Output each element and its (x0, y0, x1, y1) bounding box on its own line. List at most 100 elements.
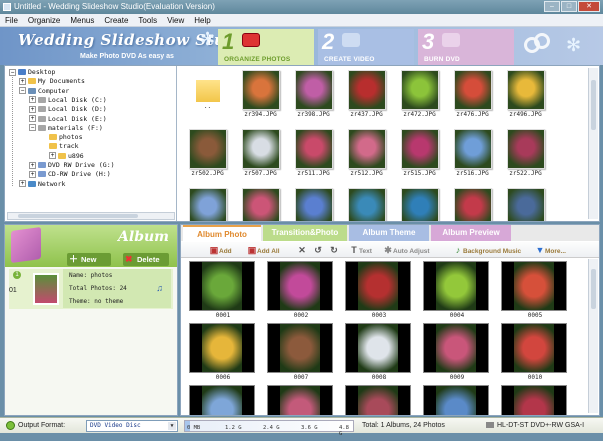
expand-icon[interactable]: + (29, 170, 36, 178)
photo-image (506, 129, 545, 169)
tree-item[interactable]: + My Documents (19, 77, 85, 86)
capacity-tick-label: 0 MB (187, 425, 201, 431)
rotate-right-button[interactable]: ↻ (329, 244, 339, 256)
album-photo-item[interactable]: 0008 (345, 323, 413, 383)
collapse-icon[interactable]: − (9, 68, 16, 76)
album-photo-item[interactable]: 0002 (267, 261, 335, 321)
tree-item[interactable]: + Network (19, 180, 65, 189)
collapse-icon[interactable]: − (29, 124, 36, 132)
album-photo-item[interactable]: 0004 (423, 261, 491, 321)
file-thumbnail[interactable]: zr394.JPG (238, 68, 283, 119)
output-format-select[interactable]: DVD Video Disc ▼ (86, 420, 178, 432)
step-organize-photos[interactable]: 1 ORGANIZE PHOTOS (218, 29, 314, 65)
menu-tools[interactable]: Tools (133, 14, 162, 26)
tab-transition-photo[interactable]: Transition&Photo (263, 225, 347, 241)
add-button[interactable]: ▣Add (209, 244, 232, 256)
album-photo-item[interactable]: 0007 (267, 323, 335, 383)
tab-album-theme[interactable]: Album Theme (349, 225, 429, 241)
file-thumbnail[interactable] (291, 186, 336, 221)
file-thumbnail[interactable]: zr522.JPG (503, 127, 548, 178)
rotate-right-icon: ↻ (330, 245, 338, 255)
album-photo-item[interactable] (345, 385, 413, 415)
expand-icon[interactable]: + (29, 115, 36, 122)
album-photo-item[interactable] (267, 385, 335, 415)
tree-item[interactable]: photos (49, 133, 82, 142)
photo-image (453, 188, 492, 221)
minimize-button[interactable]: – (544, 1, 560, 12)
text-button[interactable]: T Text (349, 244, 372, 256)
file-name: .. (203, 103, 212, 110)
expand-icon[interactable]: + (29, 105, 36, 113)
album-photo-item[interactable]: 0009 (423, 323, 491, 383)
maximize-button[interactable]: □ (561, 1, 577, 12)
menu-file[interactable]: File (0, 14, 23, 26)
file-thumbnail[interactable]: zr496.JPG (503, 68, 548, 119)
album-photo-item[interactable] (423, 385, 491, 415)
tab-album-preview[interactable]: Album Preview (431, 225, 511, 241)
album-list-item[interactable]: 1 01 Name: photos Total Photos: 24 Theme… (9, 269, 173, 309)
tree-item[interactable]: track (49, 142, 79, 151)
file-thumbnail[interactable]: zr507.JPG (238, 127, 283, 178)
album-photo-item[interactable]: 0010 (501, 323, 569, 383)
file-thumbnail[interactable] (238, 186, 283, 221)
background-music-button[interactable]: ♪ Background Music (453, 244, 521, 256)
menu-create[interactable]: Create (99, 14, 133, 26)
file-thumbnail[interactable]: zr398.JPG (291, 68, 336, 119)
tree-item[interactable]: + Local Disk (C:) (29, 96, 107, 105)
tree-item[interactable]: − Desktop (9, 68, 55, 77)
menu-help[interactable]: Help (189, 14, 215, 26)
expand-icon[interactable]: + (49, 152, 56, 160)
rotate-left-button[interactable]: ↺ (313, 244, 323, 256)
file-thumbnail[interactable]: zr437.JPG (344, 68, 389, 119)
album-photo-item[interactable]: 0001 (189, 261, 257, 321)
auto-adjust-button[interactable]: ✱Auto Adjust (383, 244, 429, 256)
tree-item[interactable]: + u896 (49, 152, 84, 161)
file-thumbnail[interactable] (344, 186, 389, 221)
more-button[interactable]: ▼More... (535, 244, 566, 256)
menu-menus[interactable]: Menus (65, 14, 99, 26)
album-photo-item[interactable] (189, 385, 257, 415)
new-album-button[interactable]: ＋ New (67, 253, 111, 266)
album-photo-item[interactable]: 0005 (501, 261, 569, 321)
expand-icon[interactable]: + (29, 161, 36, 169)
expand-icon[interactable]: + (19, 77, 26, 85)
file-thumbnail[interactable]: zr516.JPG (450, 127, 495, 178)
file-thumbnail[interactable]: zr472.JPG (397, 68, 442, 119)
step-create-video[interactable]: 2 CREATE VIDEO (318, 29, 414, 65)
album-photo-item[interactable]: 0006 (189, 323, 257, 383)
menu-view[interactable]: View (162, 14, 189, 26)
parent-folder-item[interactable]: .. (185, 68, 230, 111)
tree-item[interactable]: + Local Disk (D:) (29, 105, 107, 114)
file-thumbnail[interactable] (503, 186, 548, 221)
grid-scrollbar[interactable] (588, 259, 598, 413)
collapse-icon[interactable]: − (19, 87, 26, 95)
album-photo-item[interactable] (501, 385, 569, 415)
menu-organize[interactable]: Organize (23, 14, 65, 26)
expand-icon[interactable]: + (29, 96, 36, 104)
tree-item[interactable]: + Local Disk (E:) (29, 115, 107, 124)
album-photo-item[interactable]: 0003 (345, 261, 413, 321)
file-thumbnail[interactable]: zr511.JPG (291, 127, 336, 178)
tree-item[interactable]: − materials (F:) (29, 124, 103, 133)
file-thumbnail[interactable]: zr476.JPG (450, 68, 495, 119)
remove-button[interactable]: ✕ (297, 244, 307, 256)
add-all-button[interactable]: ▣Add All (247, 244, 280, 256)
tree-horizontal-scrollbar[interactable] (7, 212, 175, 220)
file-thumbnail[interactable] (397, 186, 442, 221)
tree-item[interactable]: + DVD RW Drive (G:) (29, 161, 115, 170)
tree-item[interactable]: − Computer (19, 87, 69, 96)
thumbnails-scrollbar[interactable] (588, 68, 598, 219)
file-thumbnail[interactable]: zr515.JPG (397, 127, 442, 178)
file-thumbnail[interactable] (185, 186, 230, 221)
file-thumbnail[interactable] (450, 186, 495, 221)
file-thumbnail[interactable]: zr512.JPG (344, 127, 389, 178)
file-name: zr511.JPG (297, 170, 330, 177)
tab-album-photo[interactable]: Album Photo (183, 225, 261, 241)
close-button[interactable]: ✕ (578, 1, 600, 12)
file-thumbnail[interactable]: zr502.JPG (185, 127, 230, 178)
file-name: zr507.JPG (244, 170, 277, 177)
delete-album-button[interactable]: ✖ Delete (123, 253, 169, 266)
tree-item[interactable]: + CD-RW Drive (H:) (29, 170, 111, 179)
step-burn-dvd[interactable]: 3 BURN DVD (418, 29, 514, 65)
expand-icon[interactable]: + (19, 180, 26, 188)
